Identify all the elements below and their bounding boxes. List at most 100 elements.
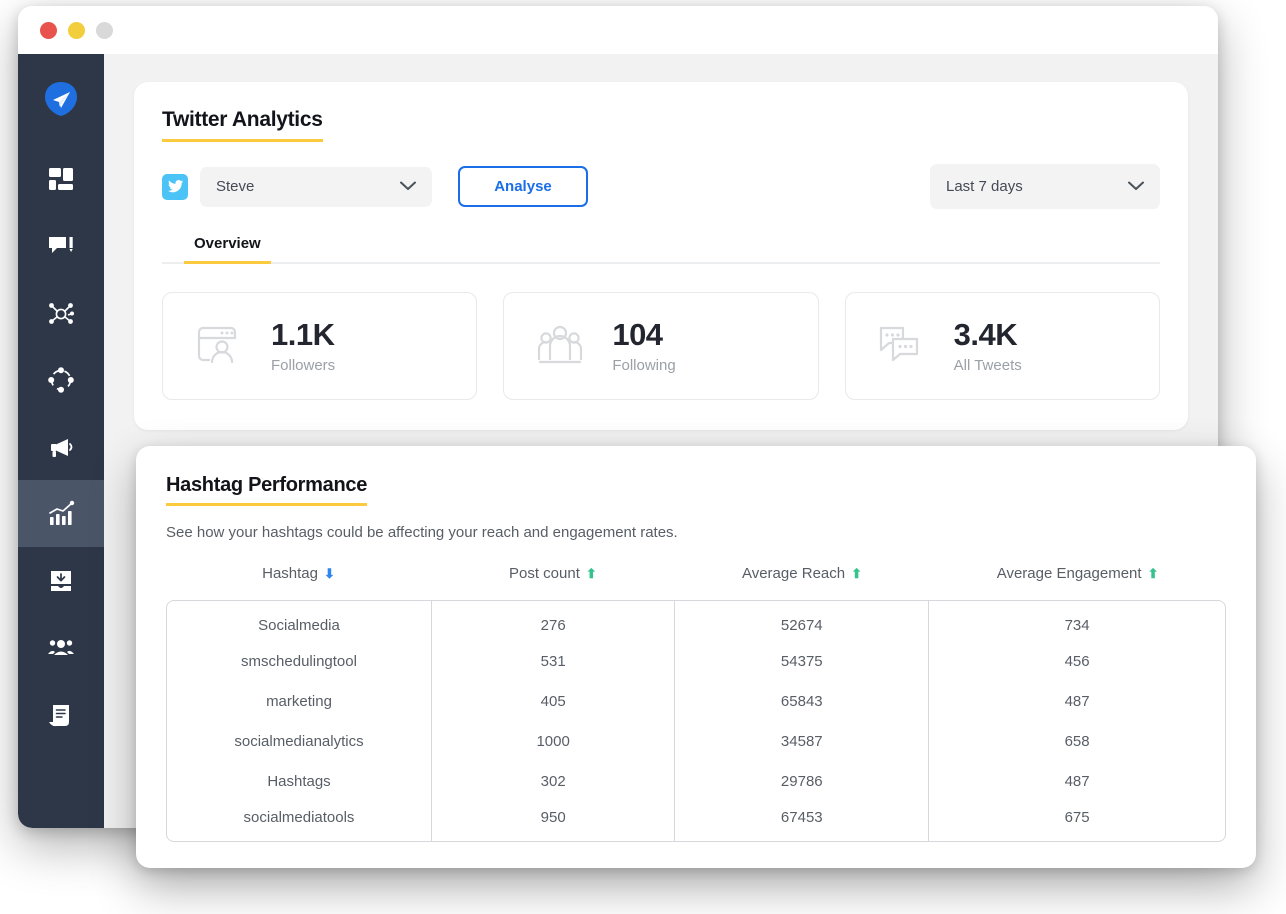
analytics-panel: Twitter Analytics Steve Analyse Last 7 d… — [134, 82, 1188, 430]
analyse-button-label: Analyse — [494, 178, 552, 195]
cell-post-count: 1000 — [430, 721, 675, 761]
table-row[interactable]: Socialmedia 276 52674 734 — [167, 601, 1225, 641]
table-row[interactable]: smschedulingtool 531 54375 456 — [167, 641, 1225, 681]
cell-average-reach: 29786 — [674, 761, 929, 801]
cell-average-reach: 34587 — [674, 721, 929, 761]
column-header-label: Average Engagement — [996, 565, 1142, 582]
stat-label: Followers — [271, 356, 336, 374]
table-row[interactable]: socialmedianalytics 1000 34587 658 — [167, 721, 1225, 761]
cell-hashtag: Socialmedia — [258, 616, 340, 634]
maximize-window-button[interactable] — [96, 21, 113, 39]
sidebar-item-dashboard[interactable] — [18, 145, 104, 212]
hashtag-table-body-frame: Socialmedia 276 52674 734 smschedulingto… — [166, 600, 1226, 842]
chevron-down-icon — [1128, 178, 1144, 196]
cell-post-count: 276 — [430, 601, 675, 641]
sidebar-item-inbox[interactable] — [18, 547, 104, 614]
hashtag-panel-subtitle: See how your hashtags could be affecting… — [166, 524, 678, 541]
stat-card-following: 104 Following — [503, 292, 819, 400]
hashtag-performance-panel: Hashtag Performance See how your hashtag… — [136, 446, 1256, 868]
hashtag-table: Hashtag ⬇ Post count ⬆ Average Reach ⬆ Aver… — [166, 559, 1226, 600]
sort-up-icon[interactable]: ⬆ — [1148, 566, 1159, 581]
bar-chart-trend-icon — [46, 499, 76, 529]
column-header-label: Hashtag — [262, 565, 318, 582]
stat-card-all-tweets: 3.4K All Tweets — [844, 292, 1160, 400]
sort-up-icon[interactable]: ⬆ — [851, 566, 862, 581]
screen: Twitter Analytics Steve Analyse Last 7 d… — [0, 0, 1286, 914]
people-group-icon — [532, 316, 588, 377]
cell-average-reach: 52674 — [674, 601, 929, 641]
stat-label: Following — [612, 356, 676, 374]
close-window-button[interactable] — [40, 21, 57, 39]
cell-average-reach: 67453 — [674, 801, 929, 841]
app-logo[interactable] — [42, 80, 80, 123]
team-people-icon — [46, 633, 76, 663]
table-header-row: Hashtag ⬇ Post count ⬆ Average Reach ⬆ Aver… — [166, 559, 1226, 600]
sidebar-item-compose[interactable] — [18, 212, 104, 279]
speech-bubbles-icon — [874, 316, 930, 377]
column-header-average-engagement[interactable]: Average Engagement ⬆ — [929, 559, 1226, 600]
cell-hashtag: socialmediatools — [243, 808, 355, 826]
stat-value: 1.1K — [271, 317, 335, 353]
analytics-tabs: Overview — [162, 235, 1160, 264]
minimize-window-button[interactable] — [68, 21, 85, 39]
cell-post-count: 531 — [430, 641, 675, 681]
twitter-bird-icon — [162, 173, 188, 200]
target-circle-icon — [46, 365, 76, 395]
column-header-label: Post count — [509, 565, 580, 582]
sort-down-icon[interactable]: ⬇ — [324, 566, 335, 581]
cell-average-engagement: 675 — [928, 801, 1225, 841]
cell-average-reach: 54375 — [674, 641, 929, 681]
tab-overview[interactable]: Overview — [184, 235, 271, 264]
cell-post-count: 405 — [430, 681, 675, 721]
hashtag-panel-title: Hashtag Performance — [166, 474, 367, 506]
column-header-post-count[interactable]: Post count ⬆ — [431, 559, 675, 600]
profile-window-icon — [191, 316, 247, 377]
hashtag-table-head: Hashtag ⬇ Post count ⬆ Average Reach ⬆ Aver… — [166, 559, 1226, 600]
cell-post-count: 302 — [430, 761, 675, 801]
table-row[interactable]: Hashtags 302 29786 487 — [167, 761, 1225, 801]
network-nodes-icon — [46, 298, 76, 328]
cell-hashtag: smschedulingtool — [241, 652, 357, 670]
stat-card-followers: 1.1K Followers — [162, 292, 478, 400]
stats-row: 1.1K Followers 104 Following 3.4K All Tw… — [162, 292, 1160, 400]
sidebar-item-discovery[interactable] — [18, 346, 104, 413]
column-header-average-reach[interactable]: Average Reach ⬆ — [675, 559, 929, 600]
hashtag-table-body-table: Socialmedia 276 52674 734 smschedulingto… — [167, 601, 1225, 841]
hashtag-table-body: Socialmedia 276 52674 734 smschedulingto… — [167, 601, 1225, 841]
cell-average-engagement: 658 — [928, 721, 1225, 761]
cell-hashtag: socialmedianalytics — [234, 732, 364, 750]
date-range-value: Last 7 days — [946, 178, 1023, 195]
cell-hashtag: Hashtags — [267, 772, 331, 790]
analyse-button[interactable]: Analyse — [458, 166, 588, 207]
cell-average-engagement: 487 — [928, 761, 1225, 801]
document-report-icon — [46, 700, 76, 730]
window-titlebar — [18, 6, 1218, 54]
table-row[interactable]: marketing 405 65843 487 — [167, 681, 1225, 721]
stat-label: All Tweets — [953, 356, 1022, 374]
cell-average-engagement: 734 — [928, 601, 1225, 641]
table-row[interactable]: socialmediatools 950 67453 675 — [167, 801, 1225, 841]
chevron-down-icon — [400, 178, 416, 196]
dashboard-grid-icon — [46, 164, 76, 194]
account-select[interactable]: Steve — [200, 166, 432, 207]
stat-value: 104 — [612, 317, 663, 353]
sidebar-item-team[interactable] — [18, 614, 104, 681]
cell-average-engagement: 456 — [928, 641, 1225, 681]
cell-average-engagement: 487 — [928, 681, 1225, 721]
column-header-label: Average Reach — [741, 565, 846, 582]
account-select-value: Steve — [216, 178, 255, 195]
column-header-hashtag[interactable]: Hashtag ⬇ — [166, 559, 431, 600]
analytics-controls: Steve Analyse Last 7 days — [162, 164, 1160, 209]
page-title: Twitter Analytics — [162, 108, 323, 142]
sidebar-item-reports[interactable] — [18, 681, 104, 748]
sidebar — [18, 54, 104, 828]
sort-up-icon[interactable]: ⬆ — [586, 566, 597, 581]
sidebar-item-analytics[interactable] — [18, 480, 104, 547]
inbox-download-icon — [46, 566, 76, 596]
sidebar-item-network[interactable] — [18, 279, 104, 346]
megaphone-icon — [46, 432, 76, 462]
date-range-select[interactable]: Last 7 days — [930, 164, 1160, 209]
sidebar-item-campaigns[interactable] — [18, 413, 104, 480]
cell-average-reach: 65843 — [674, 681, 929, 721]
compose-message-icon — [46, 231, 76, 261]
